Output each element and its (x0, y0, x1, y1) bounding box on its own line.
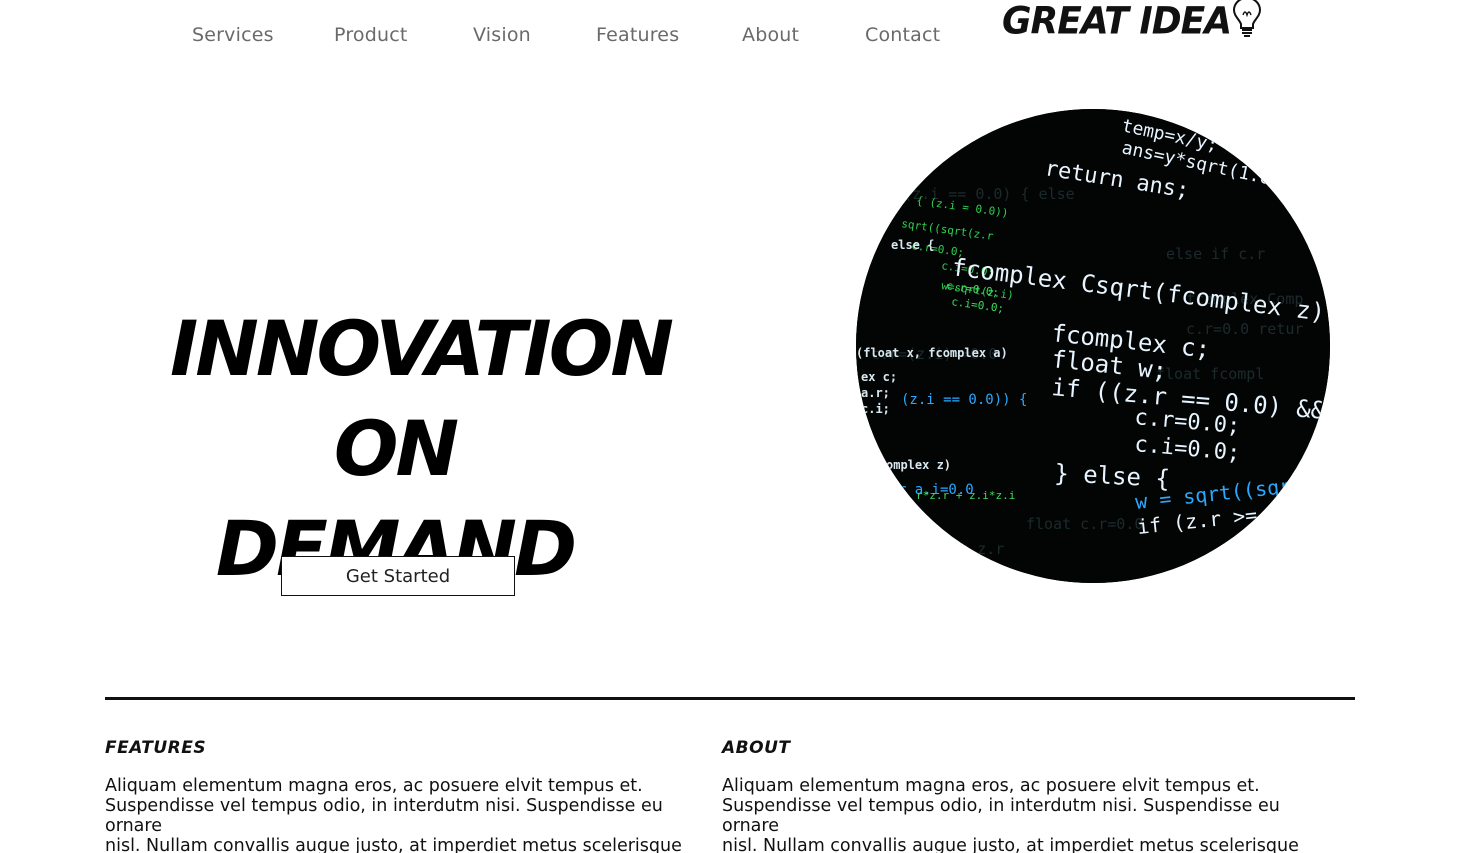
svg-text:omplex z): omplex z) (886, 458, 951, 472)
features-body: Aliquam elementum magna eros, ac posuere… (105, 776, 705, 853)
hero-title: INNOVATION ON DEMAND (170, 299, 674, 599)
get-started-button[interactable]: Get Started (281, 556, 515, 596)
svg-text:(float x, fcomplex a): (float x, fcomplex a) (856, 346, 1008, 360)
svg-text:if (z.i == 0.0) { else: if (z.i == 0.0) { else (876, 185, 1075, 203)
lightbulb-icon (1231, 0, 1263, 43)
about-body-line: Suspendisse vel tempus odio, in interdut… (722, 796, 1280, 836)
code-image-graphic: if (z.i == 0.0) { else else if c.r fcomp… (856, 109, 1330, 583)
features-body-line: nisl. Nullam convallis augue justo, at i… (105, 836, 682, 853)
svg-text:r*z.r + z.i*z.i: r*z.r + z.i*z.i (916, 489, 1015, 502)
nav-link-services[interactable]: Services (192, 24, 274, 46)
svg-text:a.r;: a.r; (861, 386, 890, 400)
features-body-line: Aliquam elementum magna eros, ac posuere… (105, 776, 643, 796)
about-section: ABOUT Aliquam elementum magna eros, ac p… (722, 736, 1322, 853)
about-heading: ABOUT (722, 738, 791, 758)
hero-code-image: if (z.i == 0.0) { else else if c.r fcomp… (856, 109, 1330, 583)
nav-link-vision[interactable]: Vision (473, 24, 531, 46)
svg-text:float fcompl: float fcompl (1156, 365, 1264, 383)
svg-text:else if c.r: else if c.r (1166, 245, 1265, 263)
about-body-line: nisl. Nullam convallis augue justo, at i… (722, 836, 1299, 853)
features-heading: FEATURES (105, 738, 207, 758)
nav-link-product[interactable]: Product (334, 24, 408, 46)
about-body: Aliquam elementum magna eros, ac posuere… (722, 776, 1322, 853)
logo-text: GREAT IDEA (1002, 0, 1232, 44)
svg-text:c.i;: c.i; (861, 402, 890, 416)
nav-link-contact[interactable]: Contact (865, 24, 940, 46)
svg-text:else {: else { (891, 238, 934, 252)
svg-text:ex c;: ex c; (861, 370, 897, 384)
landing-page: Services Product Vision Features About C… (0, 0, 1468, 853)
svg-text:fcomplex z.r: fcomplex z.r (896, 540, 1004, 558)
about-body-line: Aliquam elementum magna eros, ac posuere… (722, 776, 1260, 796)
hero-title-line-2: ON (333, 403, 459, 493)
features-section: FEATURES Aliquam elementum magna eros, a… (105, 736, 705, 853)
nav-link-about[interactable]: About (742, 24, 799, 46)
svg-text:float c.r=0.0: float c.r=0.0 (1026, 515, 1143, 533)
top-navigation: Services Product Vision Features About C… (0, 0, 1468, 70)
svg-text:(z.i == 0.0)) {: (z.i == 0.0)) { (901, 392, 1027, 408)
brand-logo[interactable]: GREAT IDEA (1002, 0, 1263, 44)
features-body-line: Suspendisse vel tempus odio, in interdut… (105, 796, 663, 836)
nav-link-features[interactable]: Features (596, 24, 679, 46)
hero-title-line-1: INNOVATION (170, 303, 674, 393)
section-divider (105, 697, 1355, 700)
